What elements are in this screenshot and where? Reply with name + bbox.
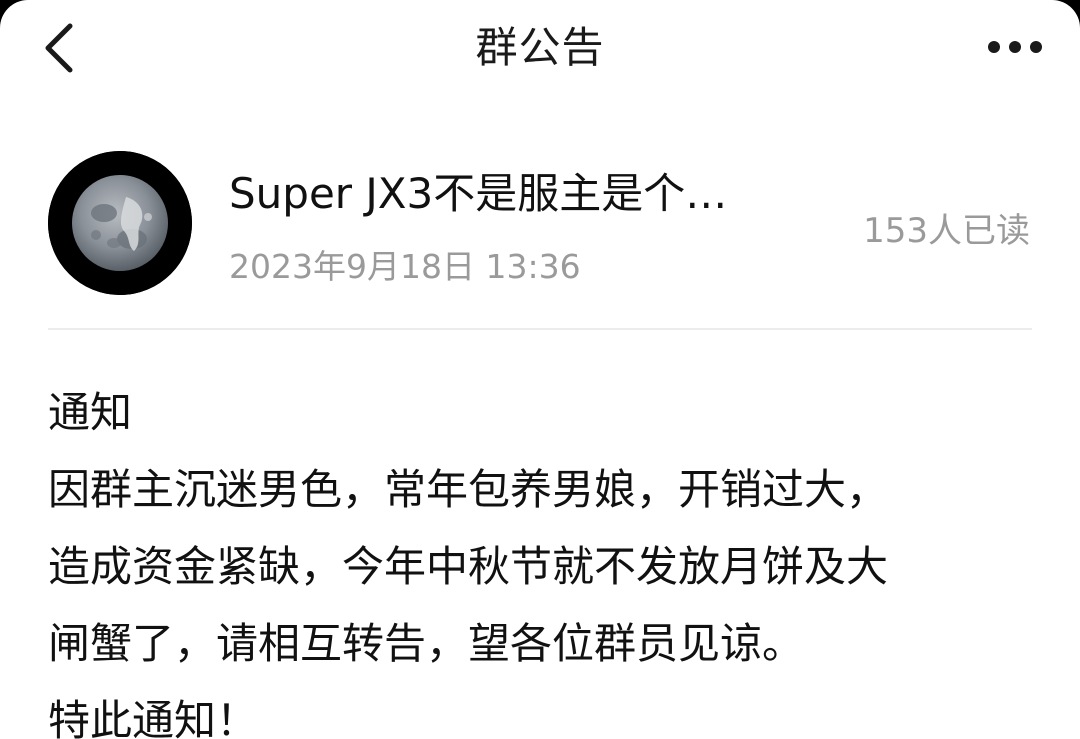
body-line: 因群主沉迷男色，常年包养男娘，开销过大， — [48, 465, 889, 514]
avatar[interactable] — [48, 151, 192, 295]
moon-avatar-icon — [48, 151, 192, 295]
top-bar: 群公告 — [0, 0, 1080, 96]
body-line: 通知 — [48, 388, 133, 437]
announcement-body: 通知 因群主沉迷男色，常年包养男娘，开销过大， 造成资金紧缺，今年中秋节就不发放… — [48, 374, 1038, 739]
more-horizontal-icon — [988, 41, 1042, 53]
post-timestamp: 2023年9月18日 13:36 — [229, 247, 581, 286]
author-name[interactable]: Super JX3不是服主是个… — [229, 166, 789, 222]
body-line: 特此通知！ — [48, 696, 259, 739]
body-line: 造成资金紧缺，今年中秋节就不发放月饼及大 — [48, 542, 889, 591]
more-button[interactable] — [980, 22, 1050, 72]
announcement-screen: 群公告 Super JX3不是服主是个… 2023年9月18日 13:36 15… — [0, 0, 1080, 739]
page-title: 群公告 — [475, 23, 605, 72]
body-line: 闸蟹了，请相互转告，望各位群员见谅。 — [48, 619, 805, 668]
divider — [48, 328, 1032, 330]
read-count[interactable]: 153人已读 — [863, 208, 1030, 254]
